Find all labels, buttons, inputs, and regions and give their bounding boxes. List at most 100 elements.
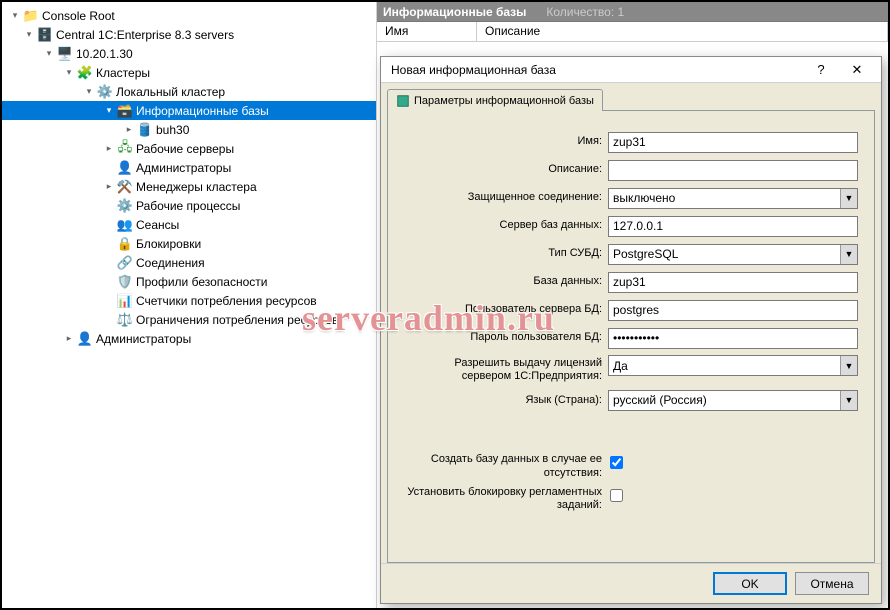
tree-label: Администраторы — [96, 332, 191, 346]
input-dbpass[interactable] — [608, 328, 858, 349]
list-title: Информационные базы — [383, 5, 526, 19]
tree-label: Рабочие серверы — [136, 142, 234, 156]
help-button[interactable]: ? — [803, 60, 839, 80]
label-dbpass: Пароль пользователя БД: — [402, 331, 608, 344]
input-desc[interactable] — [608, 160, 858, 181]
chevron-right-icon[interactable]: ▸ — [62, 333, 76, 344]
tree-node-resource-limits[interactable]: ⚖️ Ограничения потребления ресурсов — [2, 310, 376, 329]
database-icon: 🛢️ — [137, 122, 153, 138]
manager-icon: ⚒️ — [117, 179, 133, 195]
tree-node-work-processes[interactable]: ⚙️ Рабочие процессы — [2, 196, 376, 215]
tree-label: Локальный кластер — [116, 85, 225, 99]
tree-label: Менеджеры кластера — [136, 180, 257, 194]
sessions-icon: 👥 — [117, 217, 133, 233]
select-value: Да — [613, 359, 840, 373]
dialog-titlebar[interactable]: Новая информационная база ? ✕ — [381, 57, 881, 83]
dialog-title: Новая информационная база — [391, 63, 803, 77]
input-dbname[interactable] — [608, 272, 858, 293]
tree-node-connections[interactable]: 🔗 Соединения — [2, 253, 376, 272]
ok-button[interactable]: OK — [713, 572, 787, 595]
chevron-down-icon[interactable]: ▾ — [62, 67, 76, 78]
dialog-body: Параметры информационной базы Имя: Описа… — [381, 83, 881, 563]
database-group-icon: 🗃️ — [117, 103, 133, 119]
tree-node-infobase-item[interactable]: ▸ 🛢️ buh30 — [2, 120, 376, 139]
lock-icon: 🔒 — [117, 236, 133, 252]
process-icon: ⚙️ — [117, 198, 133, 214]
chevron-down-icon[interactable]: ▾ — [42, 48, 56, 59]
select-dbtype[interactable]: PostgreSQL ▼ — [608, 244, 858, 265]
tree-label: Console Root — [42, 9, 115, 23]
select-lang[interactable]: русский (Россия) ▼ — [608, 390, 858, 411]
input-dbuser[interactable] — [608, 300, 858, 321]
tree-label: Ограничения потребления ресурсов — [136, 313, 338, 327]
label-dbuser: Пользователь сервера БД: — [402, 303, 608, 316]
chevron-down-icon[interactable]: ▾ — [82, 86, 96, 97]
list-columns: Имя Описание — [377, 22, 888, 42]
new-infobase-dialog: Новая информационная база ? ✕ Параметры … — [380, 56, 882, 604]
tree-node-central-servers[interactable]: ▾ 🗄️ Central 1C:Enterprise 8.3 servers — [2, 25, 376, 44]
tree-label: Рабочие процессы — [136, 199, 240, 213]
tab-strip: Параметры информационной базы — [387, 89, 875, 111]
label-license: Разрешить выдачу лицензий сервером 1С:Пр… — [402, 355, 608, 383]
cluster-icon: ⚙️ — [97, 84, 113, 100]
tree-node-console-root[interactable]: ▾ 📁 Console Root — [2, 6, 376, 25]
tree-node-infobases[interactable]: ▾ 🗃️ Информационные базы — [2, 101, 376, 120]
checkbox-createdb[interactable] — [610, 456, 623, 469]
tree-node-work-servers[interactable]: ▸ 🖧 Рабочие серверы — [2, 139, 376, 158]
tree-node-sessions[interactable]: 👥 Сеансы — [2, 215, 376, 234]
tree-label: Central 1C:Enterprise 8.3 servers — [56, 28, 234, 42]
tree-label: Сеансы — [136, 218, 179, 232]
tree-label: Информационные базы — [136, 104, 269, 118]
column-name[interactable]: Имя — [377, 22, 477, 41]
label-dbtype: Тип СУБД: — [402, 247, 608, 260]
chevron-down-icon: ▼ — [840, 391, 857, 410]
tree-label: Администраторы — [136, 161, 231, 175]
tree-node-resource-counters[interactable]: 📊 Счетчики потребления ресурсов — [2, 291, 376, 310]
label-dbserver: Сервер баз данных: — [402, 219, 608, 232]
tree-label: 10.20.1.30 — [76, 47, 133, 61]
tree-node-cluster-managers[interactable]: ▸ ⚒️ Менеджеры кластера — [2, 177, 376, 196]
tree-node-server-admins[interactable]: ▸ 👤 Администраторы — [2, 329, 376, 348]
column-description[interactable]: Описание — [477, 22, 888, 41]
chevron-down-icon[interactable]: ▾ — [102, 105, 116, 116]
select-secure[interactable]: выключено ▼ — [608, 188, 858, 209]
tree-label: Профили безопасности — [136, 275, 267, 289]
tree-node-local-cluster[interactable]: ▾ ⚙️ Локальный кластер — [2, 82, 376, 101]
select-license[interactable]: Да ▼ — [608, 355, 858, 376]
chevron-right-icon[interactable]: ▸ — [122, 124, 136, 135]
server-icon: 🖥️ — [57, 46, 73, 62]
tree-label: Соединения — [136, 256, 205, 270]
tree-label: buh30 — [156, 123, 189, 137]
tree-label: Кластеры — [96, 66, 150, 80]
label-dbname: База данных: — [402, 275, 608, 288]
chevron-down-icon[interactable]: ▾ — [22, 29, 36, 40]
chevron-right-icon[interactable]: ▸ — [102, 143, 116, 154]
tree-node-cluster-admins[interactable]: 👤 Администраторы — [2, 158, 376, 177]
chevron-down-icon: ▼ — [840, 245, 857, 264]
tree-label: Счетчики потребления ресурсов — [136, 294, 317, 308]
checkbox-lockjobs[interactable] — [610, 489, 623, 502]
chevron-down-icon: ▼ — [840, 356, 857, 375]
tab-content: Имя: Описание: Защищенное соединение: вы… — [387, 110, 875, 563]
server-group-icon: 🗄️ — [37, 27, 53, 43]
tree-panel: ▾ 📁 Console Root ▾ 🗄️ Central 1C:Enterpr… — [2, 2, 377, 608]
label-lang: Язык (Страна): — [402, 394, 608, 407]
tree-node-server-ip[interactable]: ▾ 🖥️ 10.20.1.30 — [2, 44, 376, 63]
close-button[interactable]: ✕ — [839, 60, 875, 80]
admin-icon: 👤 — [77, 331, 93, 347]
chevron-down-icon[interactable]: ▾ — [8, 10, 22, 21]
limit-icon: ⚖️ — [117, 312, 133, 328]
tree-node-security-profiles[interactable]: 🛡️ Профили безопасности — [2, 272, 376, 291]
tab-infobase-params[interactable]: Параметры информационной базы — [387, 89, 603, 111]
tree-node-clusters[interactable]: ▾ 🧩 Кластеры — [2, 63, 376, 82]
list-header: Информационные базы Количество: 1 — [377, 2, 888, 22]
tree-node-locks[interactable]: 🔒 Блокировки — [2, 234, 376, 253]
select-value: PostgreSQL — [613, 247, 840, 261]
select-value: русский (Россия) — [613, 393, 840, 407]
cancel-button[interactable]: Отмена — [795, 572, 869, 595]
chevron-right-icon[interactable]: ▸ — [102, 181, 116, 192]
input-dbserver[interactable] — [608, 216, 858, 237]
chevron-down-icon: ▼ — [840, 189, 857, 208]
input-name[interactable] — [608, 132, 858, 153]
list-count: Количество: 1 — [546, 5, 624, 19]
